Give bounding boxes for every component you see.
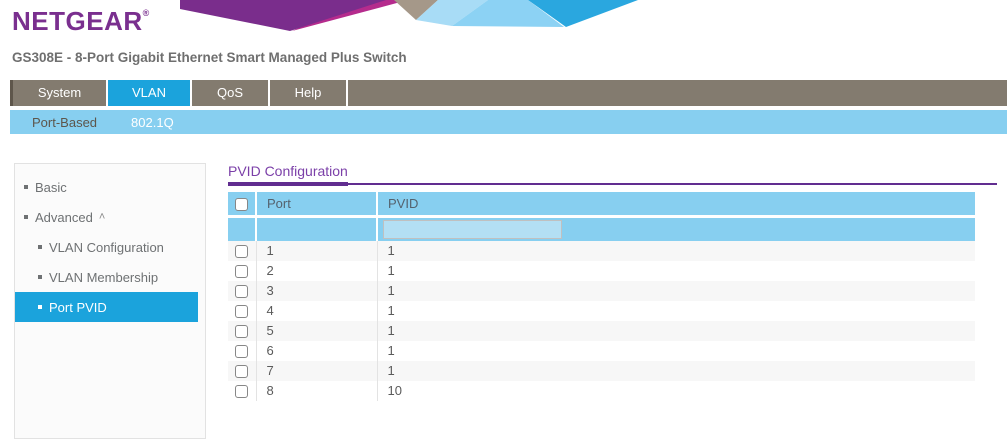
table-row: 4 1 (228, 301, 975, 321)
sub-nav: Port-Based 802.1Q (10, 110, 1007, 134)
table-row: 7 1 (228, 361, 975, 381)
row-checkbox[interactable] (235, 265, 248, 278)
pvid-cell: 1 (377, 361, 975, 381)
tab-system[interactable]: System (13, 80, 108, 106)
port-cell: 6 (256, 341, 377, 361)
sidebar-item-advanced[interactable]: Advanced ˄ (15, 202, 198, 232)
port-cell: 2 (256, 261, 377, 281)
pvid-cell: 1 (377, 281, 975, 301)
row-checkbox[interactable] (235, 245, 248, 258)
pvid-cell: 1 (377, 301, 975, 321)
sidebar-item-vlan-membership[interactable]: VLAN Membership (15, 262, 198, 292)
collapse-caret-icon: ˄ (99, 211, 105, 223)
registered-mark: ® (143, 8, 150, 18)
content-area: Basic Advanced ˄ VLAN Configuration VLAN… (0, 163, 1007, 439)
bullet-icon (38, 245, 42, 249)
port-cell: 7 (256, 361, 377, 381)
port-cell: 3 (256, 281, 377, 301)
bullet-icon (38, 305, 42, 309)
bullet-icon (24, 215, 28, 219)
pvid-cell: 1 (377, 341, 975, 361)
port-cell: 4 (256, 301, 377, 321)
sidebar-item-port-pvid[interactable]: Port PVID (15, 292, 198, 322)
table-row: 6 1 (228, 341, 975, 361)
section-header: PVID Configuration (228, 163, 997, 185)
port-cell: 8 (256, 381, 377, 401)
table-row: 5 1 (228, 321, 975, 341)
sidebar-item-basic[interactable]: Basic (15, 172, 198, 202)
table-filter-row (228, 216, 975, 241)
pvid-filter-input[interactable] (383, 220, 562, 239)
port-cell: 5 (256, 321, 377, 341)
tab-help[interactable]: Help (270, 80, 348, 106)
device-title: GS308E - 8-Port Gigabit Ethernet Smart M… (12, 50, 407, 65)
page-header: NETGEAR® GS308E - 8-Port Gigabit Etherne… (0, 0, 1007, 80)
sidebar: Basic Advanced ˄ VLAN Configuration VLAN… (14, 163, 206, 439)
pvid-cell: 10 (377, 381, 975, 401)
row-checkbox[interactable] (235, 385, 248, 398)
bullet-icon (38, 275, 42, 279)
subnav-item-port-based[interactable]: Port-Based (32, 115, 97, 130)
row-checkbox[interactable] (235, 345, 248, 358)
select-all-checkbox[interactable] (235, 198, 248, 211)
table-row: 1 1 (228, 241, 975, 261)
tab-qos[interactable]: QoS (192, 80, 270, 106)
pvid-cell: 1 (377, 321, 975, 341)
netgear-logo: NETGEAR® (12, 6, 150, 37)
tab-vlan[interactable]: VLAN (108, 80, 192, 106)
page-title: PVID Configuration (228, 163, 348, 186)
pvid-cell: 1 (377, 241, 975, 261)
table-row: 8 10 (228, 381, 975, 401)
main-nav: System VLAN QoS Help (10, 80, 1007, 106)
row-checkbox[interactable] (235, 285, 248, 298)
bullet-icon (24, 185, 28, 189)
row-checkbox[interactable] (235, 325, 248, 338)
row-checkbox[interactable] (235, 365, 248, 378)
pvid-table: Port PVID 1 1 2 1 (228, 192, 975, 401)
column-header-port: Port (256, 192, 377, 216)
column-header-pvid: PVID (377, 192, 975, 216)
sidebar-item-vlan-configuration[interactable]: VLAN Configuration (15, 232, 198, 262)
header-banner-graphic (180, 0, 640, 32)
table-row: 3 1 (228, 281, 975, 301)
subnav-item-802-1q[interactable]: 802.1Q (131, 115, 174, 130)
port-cell: 1 (256, 241, 377, 261)
table-row: 2 1 (228, 261, 975, 281)
main-panel: PVID Configuration Port PVID 1 (228, 163, 997, 401)
row-checkbox[interactable] (235, 305, 248, 318)
pvid-cell: 1 (377, 261, 975, 281)
table-header-row: Port PVID (228, 192, 975, 216)
